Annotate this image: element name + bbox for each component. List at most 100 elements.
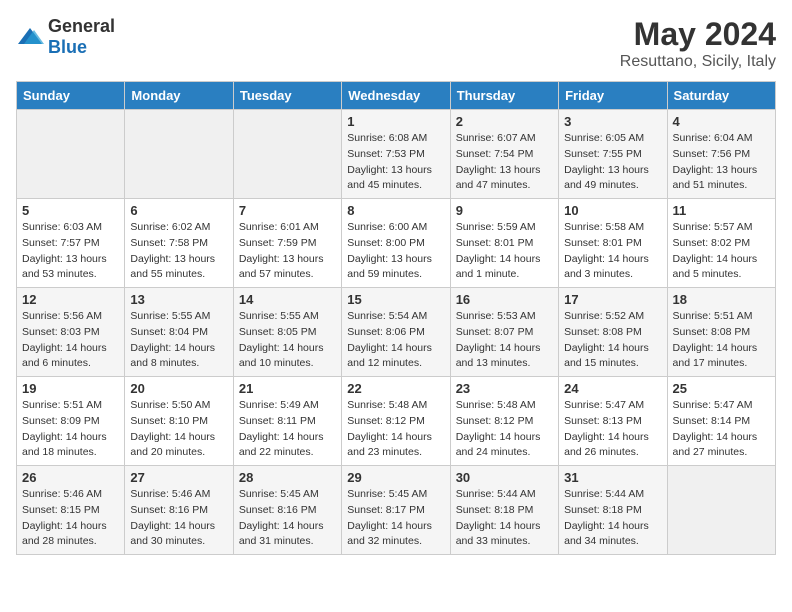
calendar-cell: 2Sunrise: 6:07 AM Sunset: 7:54 PM Daylig… [450, 110, 558, 199]
calendar-cell: 15 Sunrise: 5:54 AM Sunset: 8:06 PM Dayli… [342, 288, 450, 377]
cell-date-number: 2 [456, 114, 553, 129]
col-header-friday: Friday [559, 82, 667, 110]
calendar-cell [233, 110, 341, 199]
col-header-tuesday: Tuesday [233, 82, 341, 110]
cell-info-text: Sunrise: 6:04 AM Sunset: 7:56 PM Dayligh… [673, 131, 770, 194]
cell-info-text: Sunrise: 5:45 AM Sunset: 8:17 PM Dayligh… [347, 487, 444, 550]
cell-date-number: 26 [22, 470, 119, 485]
cell-date-number: 4 [673, 114, 770, 129]
calendar-cell: 3Sunrise: 6:05 AM Sunset: 7:55 PM Daylig… [559, 110, 667, 199]
calendar-cell: 23 Sunrise: 5:48 AM Sunset: 8:12 PM Dayli… [450, 377, 558, 466]
cell-info-text: Sunrise: 5:54 AM Sunset: 8:06 PM Dayligh… [347, 309, 444, 372]
calendar-cell: 11 Sunrise: 5:57 AM Sunset: 8:02 PM Dayli… [667, 199, 775, 288]
cell-date-number: 13 [130, 292, 227, 307]
calendar-cell: 26 Sunrise: 5:46 AM Sunset: 8:15 PM Dayli… [17, 466, 125, 555]
calendar-cell: 30 Sunrise: 5:44 AM Sunset: 8:18 PM Dayli… [450, 466, 558, 555]
cell-info-text: Sunrise: 5:44 AM Sunset: 8:18 PM Dayligh… [456, 487, 553, 550]
calendar-cell: 21 Sunrise: 5:49 AM Sunset: 8:11 PM Dayli… [233, 377, 341, 466]
cell-date-number: 23 [456, 381, 553, 396]
cell-date-number: 12 [22, 292, 119, 307]
col-header-wednesday: Wednesday [342, 82, 450, 110]
cell-date-number: 25 [673, 381, 770, 396]
calendar-cell: 12Sunrise: 5:56 AM Sunset: 8:03 PM Dayli… [17, 288, 125, 377]
logo-blue: Blue [48, 37, 87, 57]
cell-info-text: Sunrise: 5:53 AM Sunset: 8:07 PM Dayligh… [456, 309, 553, 372]
cell-info-text: Sunrise: 5:51 AM Sunset: 8:09 PM Dayligh… [22, 398, 119, 461]
week-row-0: 1 Sunrise: 6:08 AM Sunset: 7:53 PM Daylig… [17, 110, 776, 199]
week-row-2: 12Sunrise: 5:56 AM Sunset: 8:03 PM Dayli… [17, 288, 776, 377]
calendar-cell: 7 Sunrise: 6:01 AM Sunset: 7:59 PM Daylig… [233, 199, 341, 288]
calendar-cell: 28Sunrise: 5:45 AM Sunset: 8:16 PM Dayli… [233, 466, 341, 555]
calendar-cell: 24Sunrise: 5:47 AM Sunset: 8:13 PM Dayli… [559, 377, 667, 466]
cell-date-number: 10 [564, 203, 661, 218]
cell-info-text: Sunrise: 6:03 AM Sunset: 7:57 PM Dayligh… [22, 220, 119, 283]
calendar-table: SundayMondayTuesdayWednesdayThursdayFrid… [16, 81, 776, 555]
calendar-cell: 14 Sunrise: 5:55 AM Sunset: 8:05 PM Dayli… [233, 288, 341, 377]
cell-date-number: 5 [22, 203, 119, 218]
cell-date-number: 21 [239, 381, 336, 396]
week-row-4: 26 Sunrise: 5:46 AM Sunset: 8:15 PM Dayli… [17, 466, 776, 555]
cell-info-text: Sunrise: 6:05 AM Sunset: 7:55 PM Dayligh… [564, 131, 661, 194]
cell-info-text: Sunrise: 5:48 AM Sunset: 8:12 PM Dayligh… [456, 398, 553, 461]
calendar-cell: 13 Sunrise: 5:55 AM Sunset: 8:04 PM Dayli… [125, 288, 233, 377]
main-title: May 2024 [620, 16, 776, 53]
cell-date-number: 15 [347, 292, 444, 307]
cell-date-number: 22 [347, 381, 444, 396]
cell-info-text: Sunrise: 5:46 AM Sunset: 8:15 PM Dayligh… [22, 487, 119, 550]
cell-info-text: Sunrise: 5:44 AM Sunset: 8:18 PM Dayligh… [564, 487, 661, 550]
cell-info-text: Sunrise: 6:08 AM Sunset: 7:53 PM Dayligh… [347, 131, 444, 194]
cell-info-text: Sunrise: 5:55 AM Sunset: 8:05 PM Dayligh… [239, 309, 336, 372]
logo: General Blue [16, 16, 115, 58]
logo-icon [16, 26, 44, 48]
title-area: May 2024 Resuttano, Sicily, Italy [620, 16, 776, 71]
cell-info-text: Sunrise: 5:55 AM Sunset: 8:04 PM Dayligh… [130, 309, 227, 372]
cell-date-number: 29 [347, 470, 444, 485]
calendar-cell: 22 Sunrise: 5:48 AM Sunset: 8:12 PM Dayli… [342, 377, 450, 466]
cell-date-number: 24 [564, 381, 661, 396]
cell-info-text: Sunrise: 5:57 AM Sunset: 8:02 PM Dayligh… [673, 220, 770, 283]
calendar-cell: 19Sunrise: 5:51 AM Sunset: 8:09 PM Dayli… [17, 377, 125, 466]
cell-date-number: 1 [347, 114, 444, 129]
calendar-cell: 4 Sunrise: 6:04 AM Sunset: 7:56 PM Daylig… [667, 110, 775, 199]
calendar-cell: 17 Sunrise: 5:52 AM Sunset: 8:08 PM Dayli… [559, 288, 667, 377]
cell-info-text: Sunrise: 5:50 AM Sunset: 8:10 PM Dayligh… [130, 398, 227, 461]
cell-date-number: 9 [456, 203, 553, 218]
calendar-cell: 29 Sunrise: 5:45 AM Sunset: 8:17 PM Dayli… [342, 466, 450, 555]
cell-date-number: 18 [673, 292, 770, 307]
cell-info-text: Sunrise: 5:48 AM Sunset: 8:12 PM Dayligh… [347, 398, 444, 461]
cell-date-number: 8 [347, 203, 444, 218]
cell-date-number: 6 [130, 203, 227, 218]
week-row-3: 19Sunrise: 5:51 AM Sunset: 8:09 PM Dayli… [17, 377, 776, 466]
cell-date-number: 31 [564, 470, 661, 485]
cell-date-number: 11 [673, 203, 770, 218]
cell-date-number: 7 [239, 203, 336, 218]
calendar-cell: 27Sunrise: 5:46 AM Sunset: 8:16 PM Dayli… [125, 466, 233, 555]
col-header-saturday: Saturday [667, 82, 775, 110]
calendar-cell: 18 Sunrise: 5:51 AM Sunset: 8:08 PM Dayli… [667, 288, 775, 377]
cell-info-text: Sunrise: 5:52 AM Sunset: 8:08 PM Dayligh… [564, 309, 661, 372]
cell-date-number: 27 [130, 470, 227, 485]
cell-date-number: 14 [239, 292, 336, 307]
cell-date-number: 16 [456, 292, 553, 307]
header: General Blue May 2024 Resuttano, Sicily,… [16, 16, 776, 71]
cell-info-text: Sunrise: 5:47 AM Sunset: 8:14 PM Dayligh… [673, 398, 770, 461]
header-row: SundayMondayTuesdayWednesdayThursdayFrid… [17, 82, 776, 110]
calendar-cell [667, 466, 775, 555]
cell-info-text: Sunrise: 5:49 AM Sunset: 8:11 PM Dayligh… [239, 398, 336, 461]
calendar-cell: 1 Sunrise: 6:08 AM Sunset: 7:53 PM Daylig… [342, 110, 450, 199]
calendar-cell: 31 Sunrise: 5:44 AM Sunset: 8:18 PM Dayli… [559, 466, 667, 555]
col-header-sunday: Sunday [17, 82, 125, 110]
cell-info-text: Sunrise: 5:51 AM Sunset: 8:08 PM Dayligh… [673, 309, 770, 372]
cell-date-number: 17 [564, 292, 661, 307]
calendar-cell: 10Sunrise: 5:58 AM Sunset: 8:01 PM Dayli… [559, 199, 667, 288]
calendar-cell: 20Sunrise: 5:50 AM Sunset: 8:10 PM Dayli… [125, 377, 233, 466]
cell-info-text: Sunrise: 6:01 AM Sunset: 7:59 PM Dayligh… [239, 220, 336, 283]
logo-general: General [48, 16, 115, 36]
cell-info-text: Sunrise: 5:45 AM Sunset: 8:16 PM Dayligh… [239, 487, 336, 550]
cell-info-text: Sunrise: 6:02 AM Sunset: 7:58 PM Dayligh… [130, 220, 227, 283]
calendar-cell: 25 Sunrise: 5:47 AM Sunset: 8:14 PM Dayli… [667, 377, 775, 466]
calendar-cell: 16 Sunrise: 5:53 AM Sunset: 8:07 PM Dayli… [450, 288, 558, 377]
calendar-cell: 5 Sunrise: 6:03 AM Sunset: 7:57 PM Daylig… [17, 199, 125, 288]
cell-date-number: 30 [456, 470, 553, 485]
calendar-cell: 9Sunrise: 5:59 AM Sunset: 8:01 PM Daylig… [450, 199, 558, 288]
